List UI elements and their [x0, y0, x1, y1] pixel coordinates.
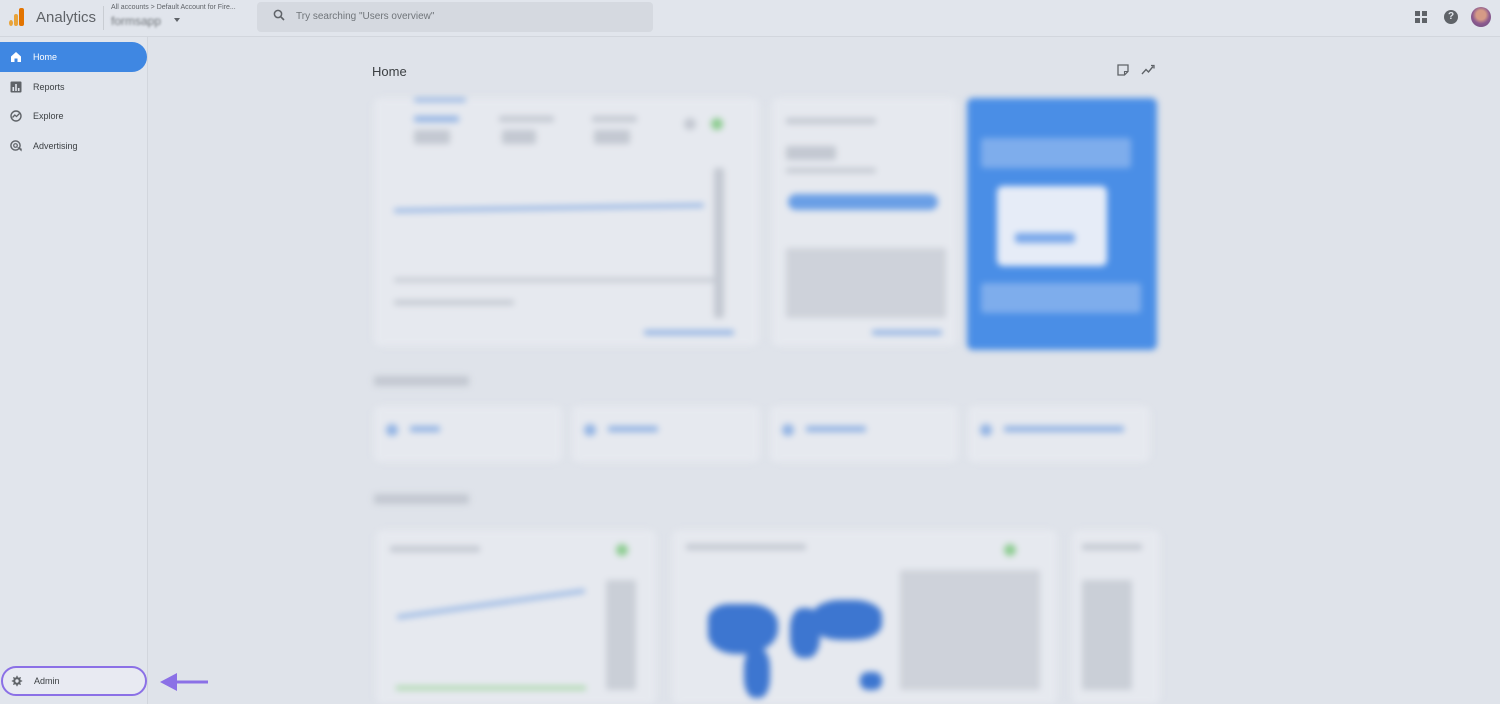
blurred-dashboard [0, 0, 1500, 704]
recent-card [572, 406, 760, 462]
side-card [1072, 530, 1160, 704]
insights-card [376, 530, 656, 704]
realtime-card [772, 98, 957, 346]
map-card [672, 530, 1057, 704]
overview-card [374, 98, 759, 346]
promo-card [967, 98, 1157, 350]
recent-card [374, 406, 562, 462]
recent-card [770, 406, 958, 462]
recent-card [968, 406, 1150, 462]
